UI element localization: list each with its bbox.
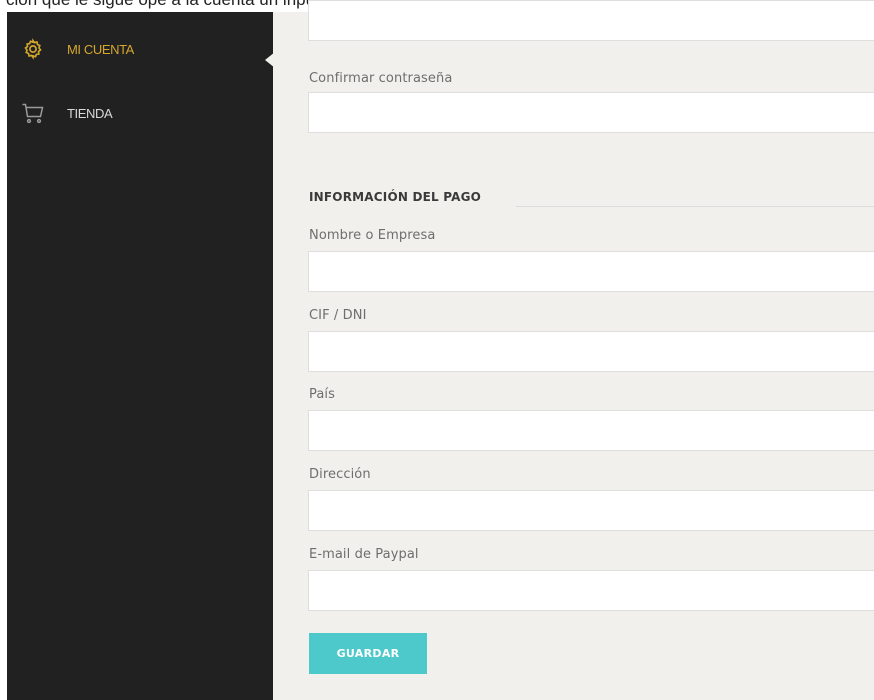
app-root: ción que le sigue ope a la cuenta un inp… bbox=[0, 0, 874, 700]
confirm-password-field[interactable] bbox=[308, 92, 874, 133]
sidebar-item-mi-cuenta[interactable]: MI CUENTA bbox=[21, 36, 134, 62]
company-name-field[interactable] bbox=[308, 251, 874, 292]
account-form: Confirmar contraseña INFORMACIÓN DEL PAG… bbox=[273, 0, 874, 700]
sidebar-item-label: TIENDA bbox=[67, 105, 113, 121]
address-label: Dirección bbox=[309, 467, 371, 482]
gear-icon bbox=[21, 37, 45, 61]
country-label: País bbox=[309, 387, 336, 402]
tax-id-label: CIF / DNI bbox=[309, 308, 367, 323]
sidebar: MI CUENTA TIENDA bbox=[7, 12, 280, 700]
section-divider bbox=[516, 206, 874, 207]
paypal-email-field[interactable] bbox=[308, 570, 874, 611]
save-button[interactable]: GUARDAR bbox=[309, 633, 427, 674]
payment-section-title: INFORMACIÓN DEL PAGO bbox=[309, 190, 482, 204]
address-field[interactable] bbox=[308, 490, 874, 531]
confirm-password-label: Confirmar contraseña bbox=[309, 71, 453, 86]
tax-id-field[interactable] bbox=[308, 331, 874, 372]
sidebar-item-tienda[interactable]: TIENDA bbox=[21, 100, 113, 126]
company-name-label: Nombre o Empresa bbox=[309, 228, 436, 243]
cart-icon bbox=[21, 101, 45, 125]
sidebar-item-label: MI CUENTA bbox=[67, 41, 134, 57]
country-field[interactable] bbox=[308, 410, 874, 451]
password-field[interactable] bbox=[308, 0, 874, 41]
paypal-email-label: E-mail de Paypal bbox=[309, 547, 419, 562]
